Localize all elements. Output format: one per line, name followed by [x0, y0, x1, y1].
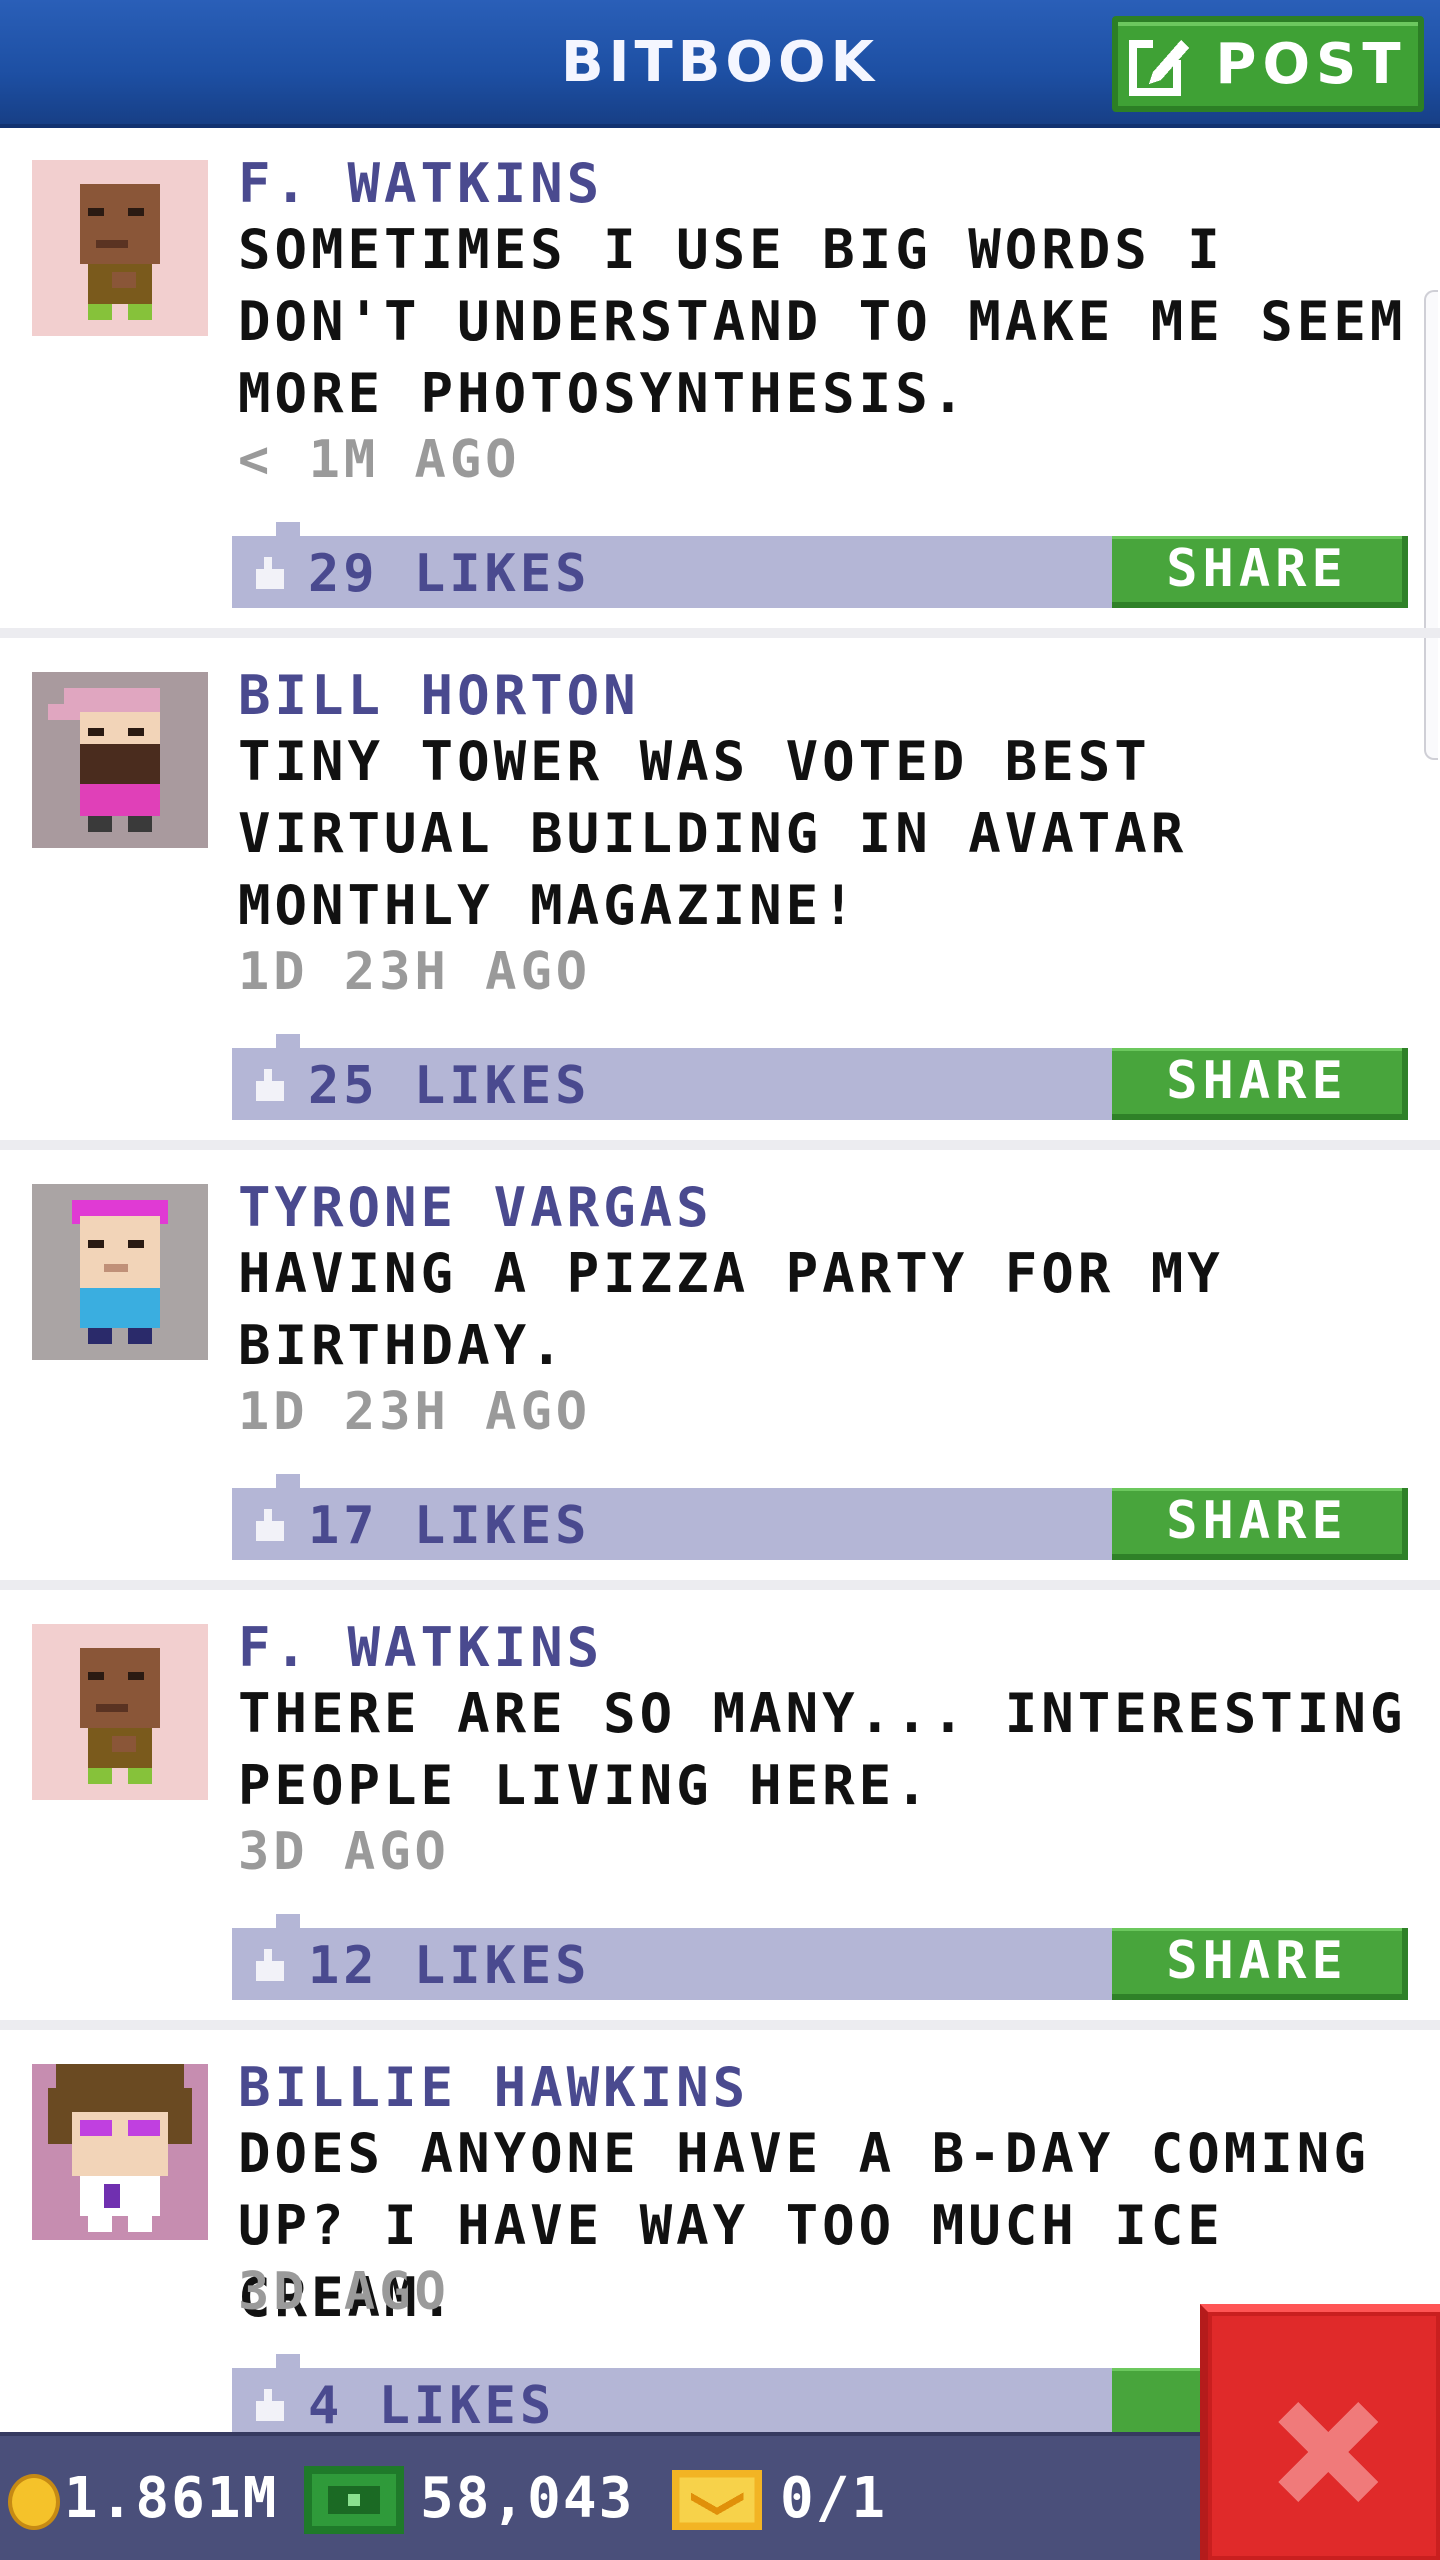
thumbs-up-icon[interactable]	[252, 1508, 288, 1542]
edit-icon	[1129, 36, 1194, 96]
bux-icon	[304, 2466, 404, 2534]
post-author[interactable]: F. WATKINS	[238, 152, 603, 215]
avatar	[32, 2064, 208, 2240]
post-time: < 1M AGO	[238, 430, 521, 490]
share-button[interactable]: SHARE	[1112, 1488, 1408, 1560]
post-button[interactable]: POST	[1112, 16, 1424, 112]
thumbs-up-icon[interactable]	[252, 1948, 288, 1982]
coins-count: 1.861M	[64, 2466, 279, 2531]
like-bar: 12 LIKES SHARE	[232, 1914, 1408, 2000]
thumbs-up-icon[interactable]	[252, 2388, 288, 2422]
feed-post: TYRONE VARGAS HAVING A PIZZA PARTY FOR M…	[0, 1156, 1440, 1584]
post-author[interactable]: TYRONE VARGAS	[238, 1176, 713, 1239]
likes-count: 12 LIKES	[308, 1936, 591, 1996]
share-button[interactable]: SHARE	[1112, 1928, 1408, 2000]
divider	[0, 1580, 1440, 1590]
avatar	[32, 160, 208, 336]
avatar	[32, 1184, 208, 1360]
likes-count: 17 LIKES	[308, 1496, 591, 1556]
avatar	[32, 672, 208, 848]
post-message: TINY TOWER WAS VOTED BEST VIRTUAL BUILDI…	[238, 730, 1188, 937]
post-button-label: POST	[1215, 31, 1407, 97]
post-author[interactable]: BILLIE HAWKINS	[238, 2056, 749, 2119]
post-message: SOMETIMES I USE BIG WORDS I DON'T UNDERS…	[238, 218, 1407, 425]
share-button[interactable]: SHARE	[1112, 1048, 1408, 1120]
close-button[interactable]	[1200, 2304, 1440, 2560]
likes-count: 29 LIKES	[308, 544, 591, 604]
coin-icon	[8, 2474, 60, 2530]
divider	[0, 1140, 1440, 1150]
close-icon	[1278, 2402, 1378, 2502]
post-time: 3D AGO	[238, 2262, 450, 2322]
post-author[interactable]: F. WATKINS	[238, 1616, 603, 1679]
bux-count: 58,043	[420, 2466, 635, 2531]
likes-count: 4 LIKES	[308, 2376, 556, 2436]
post-message: HAVING A PIZZA PARTY FOR MY BIRTHDAY.	[238, 1242, 1224, 1377]
like-bar: 17 LIKES SHARE	[232, 1474, 1408, 1560]
post-message: THERE ARE SO MANY... INTERESTING PEOPLE …	[238, 1682, 1407, 1817]
thumbs-up-icon[interactable]	[252, 556, 288, 590]
post-author[interactable]: BILL HORTON	[238, 664, 640, 727]
app-header: BITBOOK POST	[0, 0, 1440, 128]
share-button[interactable]: SHARE	[1112, 536, 1408, 608]
post-time: 3D AGO	[238, 1822, 450, 1882]
like-bar: 25 LIKES SHARE	[232, 1034, 1408, 1120]
feed-post: F. WATKINS THERE ARE SO MANY... INTEREST…	[0, 1596, 1440, 2024]
post-time: 1D 23H AGO	[238, 1382, 592, 1442]
feed-post: BILL HORTON TINY TOWER WAS VOTED BEST VI…	[0, 644, 1440, 1144]
ticket-icon	[672, 2470, 762, 2530]
thumbs-up-icon[interactable]	[252, 1068, 288, 1102]
likes-count: 25 LIKES	[308, 1056, 591, 1116]
tickets-count: 0/1	[780, 2466, 888, 2531]
divider	[0, 628, 1440, 638]
divider	[0, 2020, 1440, 2030]
like-bar: 29 LIKES SHARE	[232, 522, 1408, 608]
avatar	[32, 1624, 208, 1800]
feed-post: F. WATKINS SOMETIMES I USE BIG WORDS I D…	[0, 132, 1440, 644]
post-time: 1D 23H AGO	[238, 942, 592, 1002]
